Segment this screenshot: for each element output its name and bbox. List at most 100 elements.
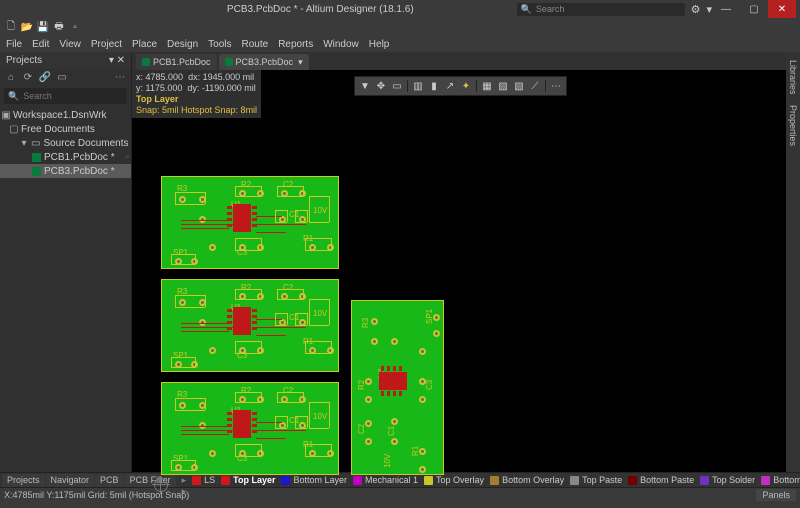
layer-label: LS (204, 475, 215, 485)
collapse-icon[interactable]: ▾ (20, 138, 28, 149)
link-icon[interactable]: 🔗 (38, 70, 52, 84)
panel-properties[interactable]: Properties (788, 105, 798, 146)
panel-search[interactable]: 🔍 Search (4, 88, 127, 104)
refresh-icon[interactable]: ⟳ (21, 70, 35, 84)
menu-bar: File Edit View Project Place Design Tool… (0, 36, 800, 52)
pcb-canvas[interactable]: PCB1.PcbDoc PCB3.PcbDoc ▾ x: 4785.000 dx… (132, 52, 786, 472)
search-icon: 🔍 (8, 91, 19, 102)
menu-place[interactable]: Place (132, 39, 157, 50)
layer-ls[interactable]: LS (192, 475, 215, 485)
layer-swatch (424, 476, 433, 485)
main-area: Projects ▾ ✕ ⌂ ⟳ 🔗 ▭ ⋯ 🔍 Search ▣ Worksp… (0, 52, 800, 472)
menu-window[interactable]: Window (323, 39, 359, 50)
coord-hud: x: 4785.000 dx: 1945.000 mil y: 1175.000… (132, 70, 261, 118)
save-icon[interactable]: 💾 (36, 20, 50, 34)
bottom-tabs: Projects Navigator PCB PCB Filter (0, 474, 178, 487)
menu-file[interactable]: File (6, 39, 22, 50)
grid-icon[interactable]: ▦ (480, 79, 494, 93)
menu-project[interactable]: Project (91, 39, 122, 50)
pcb-icon (142, 58, 150, 66)
hatch-icon[interactable]: ▨ (496, 79, 510, 93)
layer-label: Mechanical 1 (365, 475, 418, 485)
tab-pcb3[interactable]: PCB3.PcbDoc ▾ (219, 54, 309, 70)
menu-view[interactable]: View (59, 39, 81, 50)
panel-title-label: Projects (6, 55, 42, 66)
tab-label: PCB1.PcbDoc (153, 57, 211, 67)
menu-reports[interactable]: Reports (278, 39, 313, 50)
board-instance-4[interactable]: R3R2C2U1C110VR1SP1C3 (351, 300, 444, 475)
board-instance-2[interactable]: R3R2C2U1C110VR1SP1C3 (161, 279, 339, 372)
search-placeholder: Search (536, 4, 565, 14)
layer-label: Bottom Paste (640, 475, 694, 485)
menu-design[interactable]: Design (167, 39, 198, 50)
settings-icon[interactable]: ⚙ (691, 3, 701, 16)
layer-swatch (281, 476, 290, 485)
collapse-icon[interactable]: ▢ (10, 124, 18, 135)
layer-label: Top Paste (582, 475, 622, 485)
right-panel-bar: Libraries Properties (786, 52, 800, 472)
print-icon[interactable]: 🖶 (52, 20, 66, 34)
expand-icon[interactable]: ▣ (2, 110, 10, 121)
tree-free-documents[interactable]: ▢ Free Documents (0, 122, 131, 136)
menu-edit[interactable]: Edit (32, 39, 49, 50)
layer-bottom-overlay[interactable]: Bottom Overlay (490, 475, 564, 485)
board-instance-3[interactable]: R3R2C2U1C110VR1SP1C3 (161, 382, 339, 475)
route-icon[interactable]: ↗ (443, 79, 457, 93)
panel-menu-icon[interactable]: ▾ ✕ (109, 55, 125, 66)
tree-source-documents[interactable]: ▾ ▭ Source Documents (0, 136, 131, 150)
close-button[interactable]: ✕ (768, 0, 796, 18)
move-icon[interactable]: ✥ (374, 79, 388, 93)
tab-navigator[interactable]: Navigator (46, 474, 95, 487)
config-icon[interactable]: ▭ (55, 70, 69, 84)
maximize-button[interactable]: ▢ (740, 0, 768, 18)
origin-marker (154, 478, 168, 492)
quick-access-toolbar: 🗋 📂 💾 🖶 ▫ (0, 18, 800, 36)
preview-icon[interactable]: ▫ (68, 20, 82, 34)
global-search[interactable]: 🔍 Search (517, 3, 685, 16)
tree-workspace[interactable]: ▣ Workspace1.DsnWrk (0, 108, 131, 122)
tab-pcb[interactable]: PCB (95, 474, 124, 487)
layer-top-overlay[interactable]: Top Overlay (424, 475, 484, 485)
filter-icon[interactable]: ▼ (358, 79, 372, 93)
layer-mechanical-1[interactable]: Mechanical 1 (353, 475, 418, 485)
net-icon[interactable]: ▧ (512, 79, 526, 93)
options-icon[interactable]: ⋯ (113, 70, 127, 84)
layer-top-paste[interactable]: Top Paste (570, 475, 622, 485)
layer-top-layer[interactable]: Top Layer (221, 475, 275, 485)
minimize-button[interactable]: — (712, 0, 740, 18)
layer-bottom-layer[interactable]: Bottom Layer (281, 475, 347, 485)
select-icon[interactable]: ▭ (390, 79, 404, 93)
measure-icon[interactable]: ⟋ (528, 79, 542, 93)
tab-label: PCB3.PcbDoc (236, 57, 294, 67)
dropdown-icon[interactable]: ▾ (298, 57, 303, 68)
layer-bottom-solder[interactable]: Bottom Solder (761, 475, 800, 485)
place-icon[interactable]: ▮ (427, 79, 441, 93)
align-icon[interactable]: ▥ (411, 79, 425, 93)
home-icon[interactable]: ⌂ (4, 70, 18, 84)
new-icon[interactable]: 🗋 (4, 20, 18, 34)
layer-swatch (700, 476, 709, 485)
tab-pcb1[interactable]: PCB1.PcbDoc (136, 54, 217, 70)
layer-label: Top Solder (712, 475, 755, 485)
board-instance-1[interactable]: R3R2C2U1C110VR1SP1C3 (161, 176, 339, 269)
layer-swatch (192, 476, 201, 485)
menu-route[interactable]: Route (242, 39, 269, 50)
pcb-icon (32, 153, 41, 162)
highlight-icon[interactable]: ✦ (459, 79, 473, 93)
hud-dy: dy: -1190.000 mil (187, 83, 255, 93)
menu-tools[interactable]: Tools (208, 39, 231, 50)
window-title: PCB3.PcbDoc * - Altium Designer (18.1.6) (124, 4, 517, 15)
panels-button[interactable]: Panels (756, 489, 796, 501)
layer-swatch (353, 476, 362, 485)
panel-libraries[interactable]: Libraries (788, 60, 798, 95)
open-icon[interactable]: 📂 (20, 20, 34, 34)
tree-doc1[interactable]: PCB1.PcbDoc * ▫ (0, 150, 131, 164)
hud-dx: dx: 1945.000 mil (188, 72, 254, 82)
tree-doc2[interactable]: PCB3.PcbDoc * ▫ (0, 164, 131, 178)
layer-bottom-paste[interactable]: Bottom Paste (628, 475, 694, 485)
tab-projects[interactable]: Projects (2, 474, 45, 487)
panel-search-placeholder: Search (23, 91, 52, 101)
more-icon[interactable]: ⋯ (549, 79, 563, 93)
menu-help[interactable]: Help (369, 39, 390, 50)
layer-top-solder[interactable]: Top Solder (700, 475, 755, 485)
